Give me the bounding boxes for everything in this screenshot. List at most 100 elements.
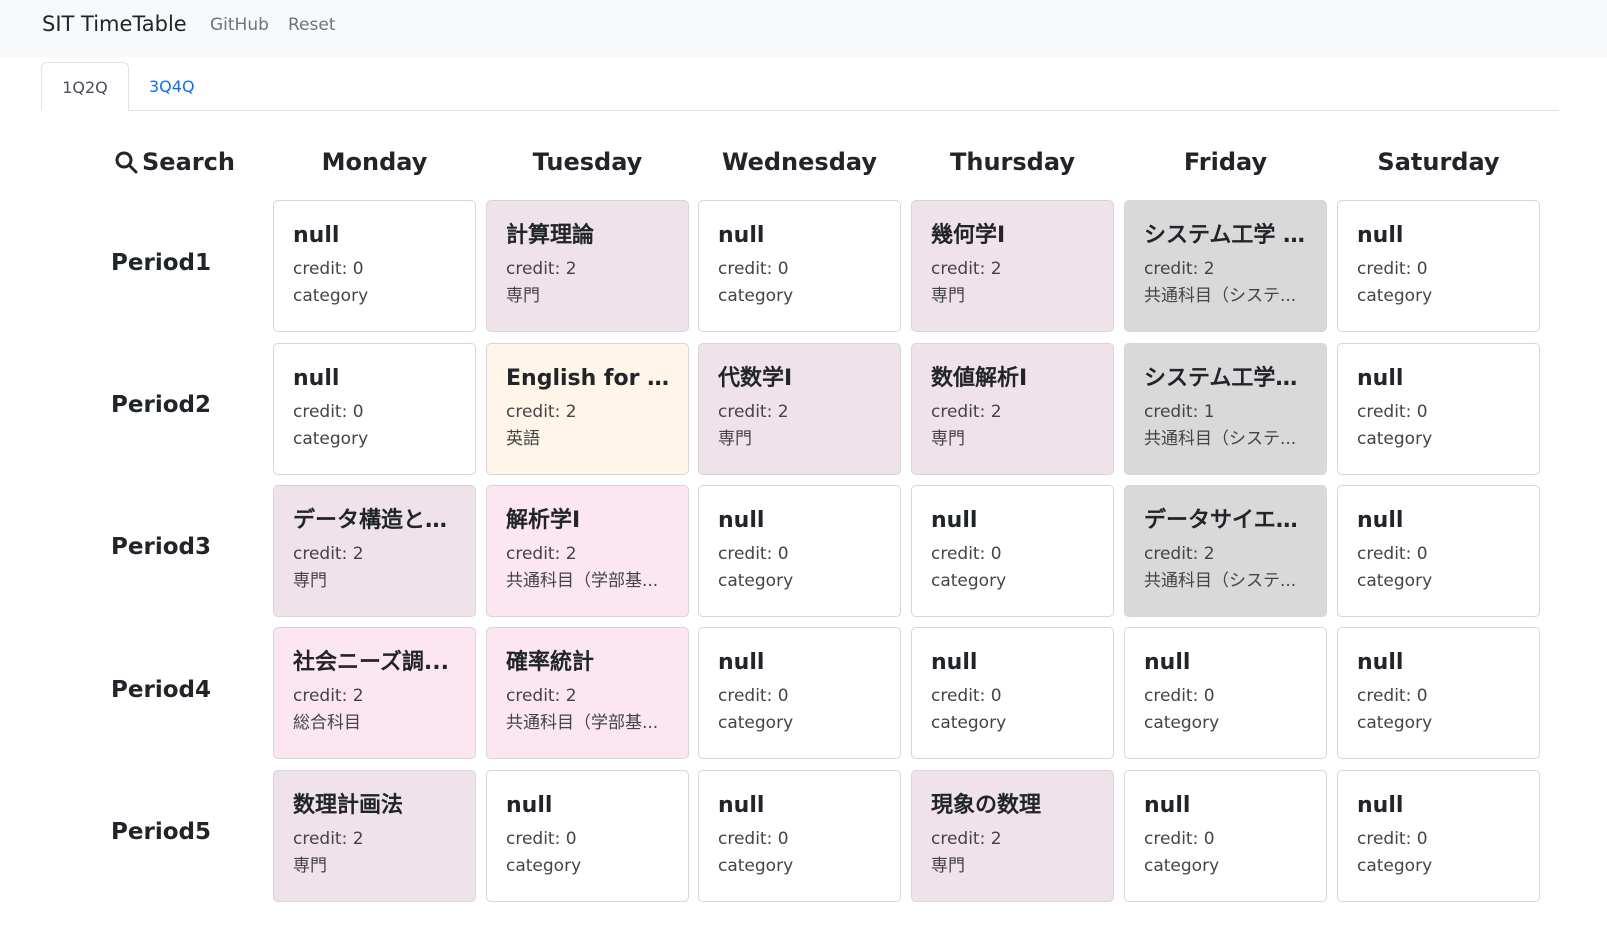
course-category: category [718,571,794,591]
course-credit: credit: 0 [718,259,789,279]
day-header-tuesday: Tuesday [532,148,643,176]
course-credit: credit: 2 [718,402,789,422]
course-name: null [718,793,765,818]
course-card[interactable]: null credit: 0 category [911,627,1114,759]
course-card[interactable]: null credit: 0 category [1337,485,1540,617]
course-credit: credit: 0 [931,544,1002,564]
course-category: category [718,286,794,306]
course-card[interactable]: 解析学I credit: 2 共通科目（学部基... [486,485,689,617]
course-card[interactable]: 代数学I credit: 2 専門 [698,343,901,475]
course-name: 代数学I [718,366,793,391]
day-header-friday: Friday [1183,148,1268,176]
course-category: category [1357,571,1433,591]
course-name: null [1357,650,1404,675]
course-name: null [931,650,978,675]
course-card[interactable]: null credit: 0 category [698,627,901,759]
course-credit: credit: 0 [1357,259,1428,279]
course-card[interactable]: 幾何学I credit: 2 専門 [911,200,1114,332]
course-card[interactable]: データ構造とア... credit: 2 専門 [273,485,476,617]
course-card[interactable]: システム工学演... credit: 1 共通科目（システ... [1124,343,1327,475]
course-card[interactable]: null credit: 0 category [1337,343,1540,475]
course-category: 総合科目 [293,713,361,733]
course-card[interactable]: 社会ニーズ調... credit: 2 総合科目 [273,627,476,759]
course-card[interactable]: 確率統計 credit: 2 共通科目（学部基... [486,627,689,759]
course-name: 社会ニーズ調... [293,650,449,675]
course-card[interactable]: null credit: 0 category [1337,770,1540,902]
course-card[interactable]: null credit: 0 category [1124,627,1327,759]
course-card[interactable]: データサイエンス... credit: 2 共通科目（システ... [1124,485,1327,617]
day-header-monday: Monday [321,148,428,176]
course-name: 数値解析I [931,366,1028,391]
course-credit: credit: 2 [506,402,577,422]
course-credit: credit: 2 [931,259,1002,279]
course-card[interactable]: null credit: 0 category [1124,770,1327,902]
course-card[interactable]: null credit: 0 category [1337,627,1540,759]
course-name: 数理計画法 [293,793,404,818]
course-card[interactable]: null credit: 0 category [273,200,476,332]
course-card[interactable]: null credit: 0 category [1337,200,1540,332]
course-credit: credit: 2 [293,686,364,706]
course-credit: credit: 2 [293,829,364,849]
course-name: データサイエンス... [1144,508,1308,533]
course-card[interactable]: 現象の数理 credit: 2 専門 [911,770,1114,902]
course-name: システム工学 A... [1144,223,1308,248]
course-credit: credit: 1 [1144,402,1215,422]
course-category: 共通科目（システ... [1144,571,1297,591]
period-header-3: Period3 [111,534,211,560]
course-card[interactable]: null credit: 0 category [698,485,901,617]
course-name: null [293,366,340,391]
tab-1q2q[interactable]: 1Q2Q [41,62,129,111]
search-icon [115,151,138,174]
course-credit: credit: 2 [506,544,577,564]
day-header-thursday: Thursday [950,148,1075,176]
course-credit: credit: 0 [1357,402,1428,422]
course-category: category [1357,856,1433,876]
course-card[interactable]: null credit: 0 category [486,770,689,902]
course-name: 現象の数理 [931,793,1042,818]
course-name: null [718,650,765,675]
course-credit: credit: 0 [506,829,577,849]
course-category: 共通科目（学部基... [506,571,659,591]
course-category: 共通科目（システ... [1144,286,1297,306]
course-credit: credit: 0 [293,402,364,422]
course-card[interactable]: システム工学 A... credit: 2 共通科目（システ... [1124,200,1327,332]
course-card[interactable]: null credit: 0 category [698,770,901,902]
reset-link[interactable]: Reset [288,15,336,35]
course-category: category [718,856,794,876]
course-category: category [1357,429,1433,449]
course-category: 専門 [931,856,965,876]
course-card[interactable]: null credit: 0 category [273,343,476,475]
course-credit: credit: 0 [718,686,789,706]
period-header-2: Period2 [111,392,211,418]
course-card[interactable]: 数理計画法 credit: 2 専門 [273,770,476,902]
course-card[interactable]: 計算理論 credit: 2 専門 [486,200,689,332]
course-card[interactable]: null credit: 0 category [911,485,1114,617]
course-credit: credit: 2 [506,686,577,706]
course-card[interactable]: 数値解析I credit: 2 専門 [911,343,1114,475]
github-link[interactable]: GitHub [210,15,269,35]
course-credit: credit: 2 [1144,259,1215,279]
brand-title[interactable]: SIT TimeTable [42,12,187,36]
course-name: 確率統計 [506,650,595,675]
course-category: category [506,856,582,876]
course-credit: credit: 0 [1144,686,1215,706]
course-credit: credit: 0 [718,544,789,564]
course-credit: credit: 0 [1357,544,1428,564]
course-category: 専門 [506,286,540,306]
tab-3q4q[interactable]: 3Q4Q [129,62,215,111]
course-category: 専門 [293,856,327,876]
course-category: category [1144,713,1220,733]
search-button[interactable]: Search [114,148,235,176]
course-category: 専門 [718,429,752,449]
course-category: category [718,713,794,733]
course-card[interactable]: English for Sc... credit: 2 英語 [486,343,689,475]
course-category: 共通科目（システ... [1144,429,1297,449]
course-card[interactable]: null credit: 0 category [698,200,901,332]
course-category: category [1144,856,1220,876]
course-name: null [718,508,765,533]
course-category: 専門 [931,429,965,449]
course-credit: credit: 2 [293,544,364,564]
course-name: データ構造とア... [293,508,457,533]
course-category: 専門 [293,571,327,591]
course-credit: credit: 2 [1144,544,1215,564]
